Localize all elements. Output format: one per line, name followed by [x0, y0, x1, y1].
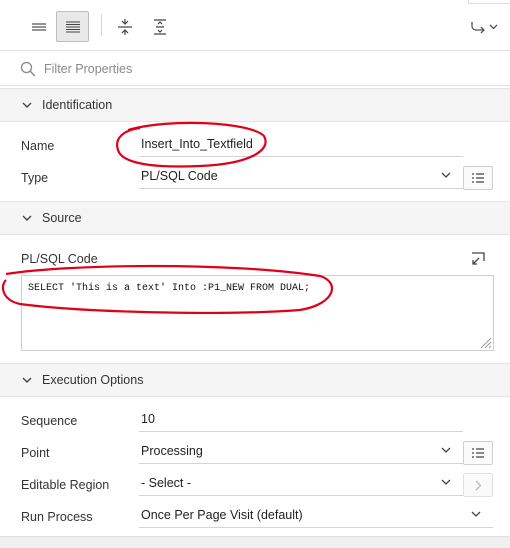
annotation-circle-name — [116, 121, 267, 168]
section-title: Identification — [42, 98, 113, 112]
chevron-down-icon — [22, 215, 32, 222]
name-label: Name — [21, 139, 55, 153]
run-process-value: Once Per Page Visit (default) — [141, 508, 303, 522]
list-view-button[interactable] — [22, 11, 55, 42]
code-editor-button[interactable] — [470, 251, 486, 270]
go-to-group-icon — [471, 21, 498, 33]
section-identification-header[interactable]: Identification — [0, 88, 510, 122]
filter-properties-input[interactable] — [44, 59, 484, 79]
editable-region-go-button[interactable] — [463, 473, 493, 497]
editable-region-value: - Select - — [141, 476, 192, 490]
text-view-icon — [65, 20, 80, 33]
chevron-down-icon — [22, 102, 32, 109]
run-process-select[interactable]: Once Per Page Visit (default) — [139, 506, 493, 528]
go-to-group-button[interactable] — [468, 11, 502, 42]
toolbar-separator — [101, 14, 102, 36]
chevron-down-icon — [471, 511, 481, 517]
collapse-all-icon — [117, 18, 132, 35]
list-view-icon — [31, 22, 46, 31]
resize-grip-icon[interactable] — [478, 335, 492, 349]
chevron-down-icon — [441, 172, 451, 178]
section-execution-options-header[interactable]: Execution Options — [0, 363, 510, 397]
collapse-all-button[interactable] — [108, 11, 141, 42]
expand-all-button[interactable] — [143, 11, 176, 42]
chevron-right-icon — [475, 480, 481, 490]
chevron-down-icon — [22, 377, 32, 384]
filter-bar — [0, 50, 510, 86]
point-label: Point — [21, 446, 50, 460]
section-source-header[interactable]: Source — [0, 201, 510, 235]
editable-region-label: Editable Region — [21, 478, 110, 492]
next-section-header — [0, 536, 510, 548]
run-process-label: Run Process — [21, 510, 93, 524]
type-label: Type — [21, 171, 49, 185]
open-code-editor-icon — [472, 252, 485, 265]
list-icon — [472, 173, 484, 183]
section-title: Execution Options — [42, 373, 144, 387]
property-editor-toolbar — [0, 0, 510, 50]
type-list-button[interactable] — [463, 166, 493, 190]
text-view-button[interactable] — [56, 11, 89, 42]
search-icon — [20, 61, 36, 77]
annotation-circle-code — [1, 264, 333, 314]
point-list-button[interactable] — [463, 441, 493, 465]
sequence-field[interactable]: 10 — [139, 410, 463, 432]
sequence-label: Sequence — [21, 414, 78, 428]
list-icon — [472, 448, 484, 458]
sequence-value: 10 — [141, 412, 155, 426]
editable-region-select[interactable]: - Select - — [139, 474, 463, 496]
expand-all-icon — [153, 18, 166, 35]
toolbar-corner — [468, 0, 510, 4]
section-title: Source — [42, 211, 82, 225]
point-value: Processing — [141, 444, 203, 458]
chevron-down-icon — [441, 479, 451, 485]
point-select[interactable]: Processing — [139, 442, 463, 464]
chevron-down-icon — [441, 447, 451, 453]
